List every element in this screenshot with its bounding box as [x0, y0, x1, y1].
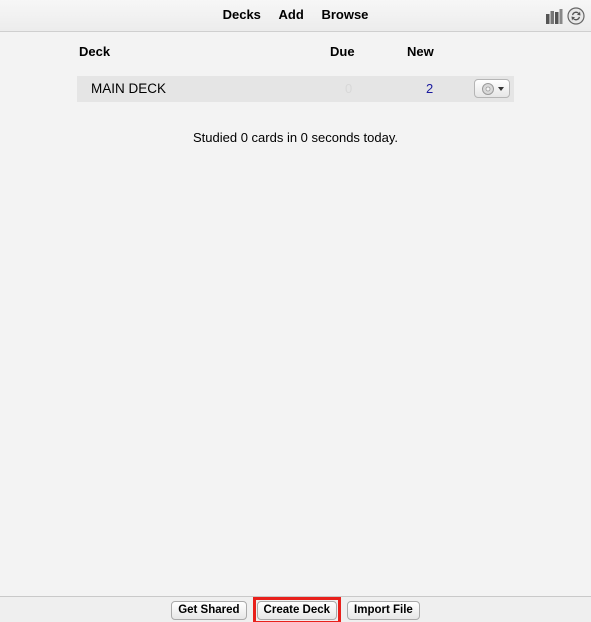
- header-deck: Deck: [79, 44, 111, 59]
- bottom-buttons: Get Shared Create Deck Import File: [0, 597, 591, 622]
- chevron-down-icon: [498, 87, 504, 91]
- toolbar-icons: [545, 7, 585, 25]
- nav-browse[interactable]: Browse: [321, 7, 368, 22]
- app-window: Decks Add Browse Deck Due New MAIN DECK …: [0, 0, 591, 622]
- gear-icon: [482, 83, 504, 95]
- studied-summary: Studied 0 cards in 0 seconds today.: [193, 130, 398, 145]
- sync-icon[interactable]: [567, 7, 585, 25]
- nav-decks[interactable]: Decks: [223, 7, 261, 22]
- header-due: Due: [330, 44, 355, 59]
- bottom-bar: Get Shared Create Deck Import File: [0, 596, 591, 622]
- deck-table: Deck Due New MAIN DECK 0 2: [77, 42, 514, 102]
- deck-options-button[interactable]: [474, 79, 510, 98]
- deck-name[interactable]: MAIN DECK: [91, 81, 166, 96]
- main-nav: Decks Add Browse: [0, 7, 591, 22]
- create-deck-button[interactable]: Create Deck: [256, 601, 338, 620]
- new-count: 2: [426, 81, 434, 96]
- import-file-wrap: Import File: [345, 601, 422, 620]
- stats-icon[interactable]: [545, 7, 563, 25]
- table-row: MAIN DECK 0 2: [77, 76, 514, 102]
- top-toolbar: Decks Add Browse: [0, 0, 591, 32]
- create-deck-highlight: Create Deck: [252, 597, 342, 622]
- get-shared-wrap: Get Shared: [169, 601, 248, 620]
- header-new: New: [407, 44, 434, 59]
- nav-add[interactable]: Add: [279, 7, 304, 22]
- table-header: Deck Due New: [77, 42, 514, 64]
- due-count: 0: [345, 81, 353, 96]
- import-file-button[interactable]: Import File: [347, 601, 420, 620]
- get-shared-button[interactable]: Get Shared: [171, 601, 247, 620]
